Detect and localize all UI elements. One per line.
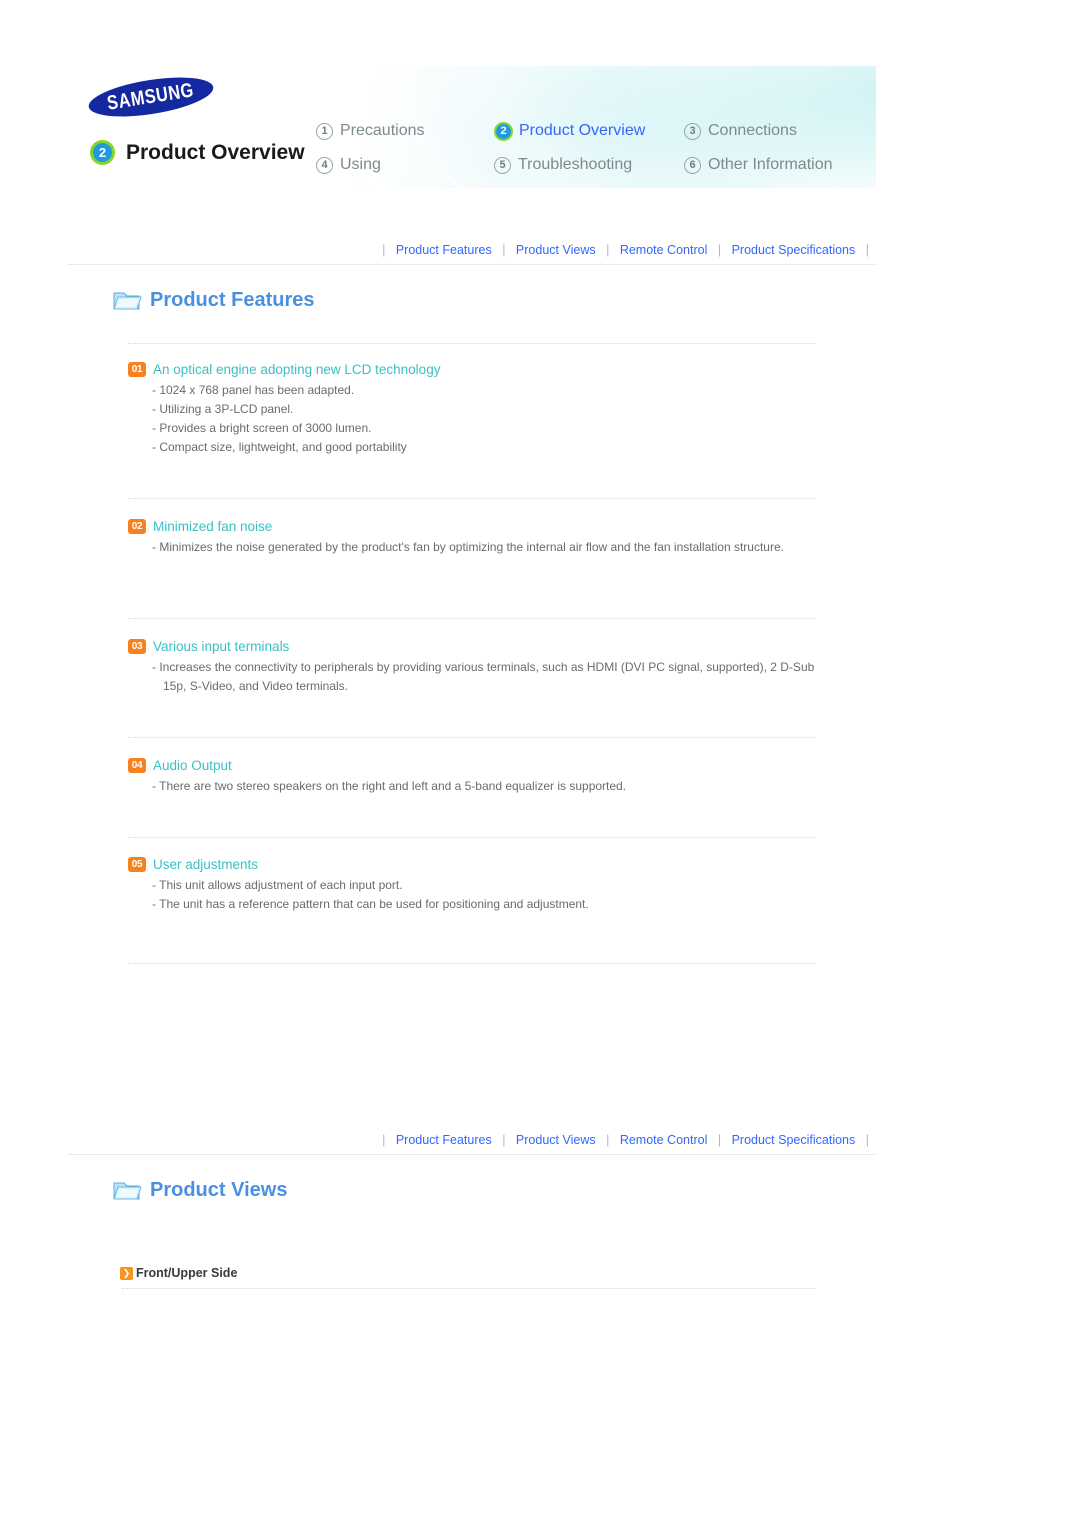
tabbar-separator: | xyxy=(502,243,506,257)
feature-title: Various input terminals xyxy=(153,639,290,654)
chapter-nav-item-other-information[interactable]: 6 Other Information xyxy=(684,148,876,182)
feature-heading: 03 Various input terminals xyxy=(128,639,828,654)
tab-product-specifications[interactable]: Product Specifications xyxy=(732,243,856,257)
section-tabbar-bottom: | Product Features | Product Views | Rem… xyxy=(68,1133,876,1147)
folder-icon xyxy=(113,292,142,310)
tab-remote-control[interactable]: Remote Control xyxy=(620,243,708,257)
feature-bullet-list: - Increases the connectivity to peripher… xyxy=(128,658,828,696)
divider-top xyxy=(68,264,876,265)
chapter-number-icon: 6 xyxy=(684,156,701,174)
feature-heading: 05 User adjustments xyxy=(128,857,828,872)
chapter-nav-item-troubleshooting[interactable]: 5 Troubleshooting xyxy=(494,148,684,182)
chapter-number-icon: 2 xyxy=(494,121,513,141)
chapter-number-icon: 3 xyxy=(684,122,701,140)
chapter-nav-label: Troubleshooting xyxy=(518,156,633,173)
header-banner: SAMSUNG 2 Product Overview 1 Precautions… xyxy=(68,66,876,188)
chapter-nav-label: Product Overview xyxy=(519,122,646,139)
chapter-nav-label: Using xyxy=(340,156,381,173)
section-tabbar-top: | Product Features | Product Views | Rem… xyxy=(68,243,876,257)
feature-bullet-list: - There are two stereo speakers on the r… xyxy=(128,777,828,796)
feature-number-badge: 04 xyxy=(128,758,146,773)
tab-product-views[interactable]: Product Views xyxy=(516,243,596,257)
tabbar-separator: | xyxy=(382,1133,386,1147)
page-title-label: Product Overview xyxy=(126,140,305,164)
chevron-right-icon: ❯ xyxy=(120,1266,133,1280)
subsection-front-upper-side: ❯ Front/Upper Side xyxy=(120,1266,237,1280)
chapter-nav-item-product-overview[interactable]: 2 Product Overview xyxy=(494,114,684,148)
tabbar-separator: | xyxy=(606,243,610,257)
section-title: Product Views xyxy=(150,1178,288,1201)
feature-block-05: 05 User adjustments - This unit allows a… xyxy=(128,857,828,914)
page-title: 2 Product Overview xyxy=(90,140,305,165)
divider-product-views xyxy=(122,1288,816,1289)
chapter-number-icon: 5 xyxy=(494,156,511,174)
list-item: - 1024 x 768 panel has been adapted. xyxy=(152,383,355,397)
divider-feature-05 xyxy=(128,963,816,964)
divider-feature-04 xyxy=(128,837,816,838)
feature-number-badge: 05 xyxy=(128,857,146,872)
chapter-number-icon: 1 xyxy=(316,122,333,140)
feature-number-badge: 01 xyxy=(128,362,146,377)
list-item: - Utilizing a 3P-LCD panel. xyxy=(152,402,294,416)
feature-block-01: 01 An optical engine adopting new LCD te… xyxy=(128,362,828,457)
feature-block-04: 04 Audio Output - There are two stereo s… xyxy=(128,758,828,796)
feature-bullet-list: - This unit allows adjustment of each in… xyxy=(128,876,828,914)
chapter-nav: 1 Precautions 2 Product Overview 3 Conne… xyxy=(316,114,876,182)
feature-number-badge: 02 xyxy=(128,519,146,534)
feature-number-badge: 03 xyxy=(128,639,146,654)
chapter-nav-item-connections[interactable]: 3 Connections xyxy=(684,114,876,148)
tab-remote-control[interactable]: Remote Control xyxy=(620,1133,708,1147)
feature-bullet-list: - Minimizes the noise generated by the p… xyxy=(128,538,828,557)
chapter-number-icon: 4 xyxy=(316,156,333,174)
tab-product-specifications[interactable]: Product Specifications xyxy=(732,1133,856,1147)
chapter-nav-label: Connections xyxy=(708,122,797,139)
divider-feature-03 xyxy=(128,737,816,738)
chapter-nav-label: Precautions xyxy=(340,122,425,139)
folder-icon xyxy=(113,1182,142,1200)
samsung-logo-text: SAMSUNG xyxy=(105,78,196,115)
feature-heading: 02 Minimized fan noise xyxy=(128,519,828,534)
tab-product-features[interactable]: Product Features xyxy=(396,243,492,257)
divider-features-top xyxy=(128,343,816,344)
tabbar-separator: | xyxy=(382,243,386,257)
list-item: - This unit allows adjustment of each in… xyxy=(152,878,403,892)
tabbar-separator: | xyxy=(717,243,722,257)
chapter-nav-item-precautions[interactable]: 1 Precautions xyxy=(316,114,494,148)
divider-feature-01 xyxy=(128,498,816,499)
chapter-nav-item-using[interactable]: 4 Using xyxy=(316,148,494,182)
tabbar-separator: | xyxy=(865,1133,869,1147)
list-item: - Minimizes the noise generated by the p… xyxy=(152,540,784,554)
feature-heading: 04 Audio Output xyxy=(128,758,828,773)
chapter-nav-label: Other Information xyxy=(708,156,833,173)
tabbar-separator: | xyxy=(865,243,869,257)
section-header-product-views: Product Views xyxy=(112,1178,287,1202)
feature-title: An optical engine adopting new LCD techn… xyxy=(153,362,441,377)
list-item: - There are two stereo speakers on the r… xyxy=(152,779,627,793)
tabbar-separator: | xyxy=(717,1133,722,1147)
tab-product-views[interactable]: Product Views xyxy=(516,1133,596,1147)
feature-block-02: 02 Minimized fan noise - Minimizes the n… xyxy=(128,519,828,557)
tabbar-separator: | xyxy=(606,1133,610,1147)
section-title: Product Features xyxy=(150,288,315,311)
divider-bottom xyxy=(68,1154,876,1155)
divider-feature-02 xyxy=(128,618,816,619)
feature-title: Audio Output xyxy=(153,758,232,773)
page-number-badge: 2 xyxy=(90,140,115,165)
feature-title: User adjustments xyxy=(153,857,259,872)
tab-product-features[interactable]: Product Features xyxy=(396,1133,492,1147)
list-item: - Compact size, lightweight, and good po… xyxy=(152,440,407,454)
list-item: - The unit has a reference pattern that … xyxy=(152,897,589,911)
list-item: - Increases the connectivity to peripher… xyxy=(152,660,815,693)
samsung-logo: SAMSUNG xyxy=(86,70,216,124)
subsection-label: Front/Upper Side xyxy=(136,1266,238,1280)
tabbar-separator: | xyxy=(502,1133,506,1147)
feature-title: Minimized fan noise xyxy=(153,519,273,534)
feature-block-03: 03 Various input terminals - Increases t… xyxy=(128,639,828,696)
section-header-product-features: Product Features xyxy=(112,288,314,312)
feature-heading: 01 An optical engine adopting new LCD te… xyxy=(128,362,828,377)
feature-bullet-list: - 1024 x 768 panel has been adapted. - U… xyxy=(128,381,828,457)
list-item: - Provides a bright screen of 3000 lumen… xyxy=(152,421,372,435)
